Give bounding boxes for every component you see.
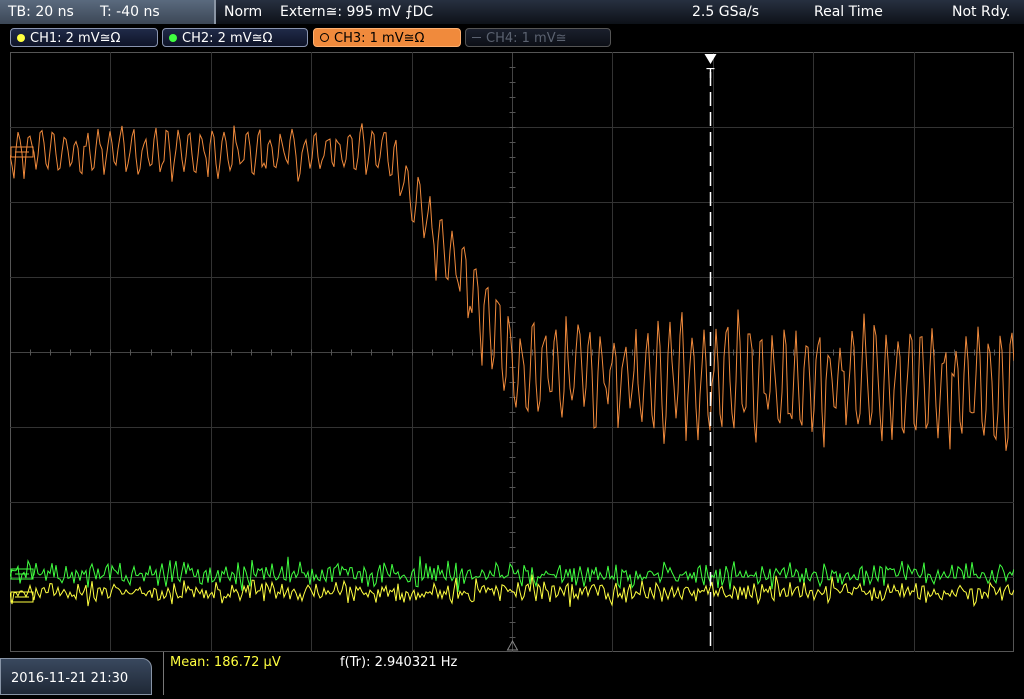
acq-state-label: Not Rdy. [952, 4, 1011, 20]
trigger-marker-label: T [706, 67, 715, 82]
status-bar: TB: 20 ns T: -40 ns Norm Extern≅: 995 mV… [0, 0, 1024, 24]
timebase-panel[interactable]: TB: 20 ns T: -40 ns [0, 0, 216, 24]
channel-3-color-dot [320, 33, 329, 42]
datetime-label: 2016-11-21 21:30 [11, 671, 129, 686]
channel-2-button[interactable]: CH2: 2 mV≅Ω [162, 28, 308, 47]
channel-2-color-dot [169, 33, 177, 42]
footer-bar: 2016-11-21 21:30 Mean: 186.72 µV f(Tr): … [0, 652, 1024, 695]
trigger-panel[interactable]: Norm Extern≅: 995 mV ⨍DC 2.5 GSa/s Real … [216, 0, 1024, 24]
measurement-panel[interactable]: Mean: 186.72 µV f(Tr): 2.940321 Hz [163, 652, 1024, 695]
channel-4-label: CH4: 1 mV≅ [486, 31, 567, 46]
trigger-time-label: T: -40 ns [100, 4, 160, 20]
waveform-svg: T [9, 52, 1015, 653]
waveform-display[interactable]: T [9, 52, 1015, 653]
timebase-label: TB: 20 ns [8, 4, 74, 20]
trigger-mode-label: Norm [224, 4, 263, 20]
channel-1-label: CH1: 2 mV≅Ω [30, 31, 121, 46]
channel-2-label: CH2: 2 mV≅Ω [182, 31, 273, 46]
mean-measurement: Mean: 186.72 µV [170, 655, 281, 670]
channel-4-button[interactable]: CH4: 1 mV≅ [465, 28, 611, 47]
sample-rate-label: 2.5 GSa/s [692, 4, 760, 20]
channel-4-off-dash [472, 37, 481, 38]
datetime-panel: 2016-11-21 21:30 [0, 658, 152, 695]
channel-3-button[interactable]: CH3: 1 mV≅Ω [313, 28, 461, 47]
channel-1-color-dot [17, 33, 25, 42]
frequency-measurement: f(Tr): 2.940321 Hz [340, 655, 458, 670]
channel-3-label: CH3: 1 mV≅Ω [334, 31, 425, 46]
channel-tabs: CH1: 2 mV≅Ω CH2: 2 mV≅Ω CH3: 1 mV≅Ω CH4:… [0, 24, 1024, 50]
channel-1-button[interactable]: CH1: 2 mV≅Ω [10, 28, 158, 47]
acq-mode-label: Real Time [814, 4, 883, 20]
trigger-source-label: Extern≅: 995 mV ⨍DC [280, 4, 434, 20]
